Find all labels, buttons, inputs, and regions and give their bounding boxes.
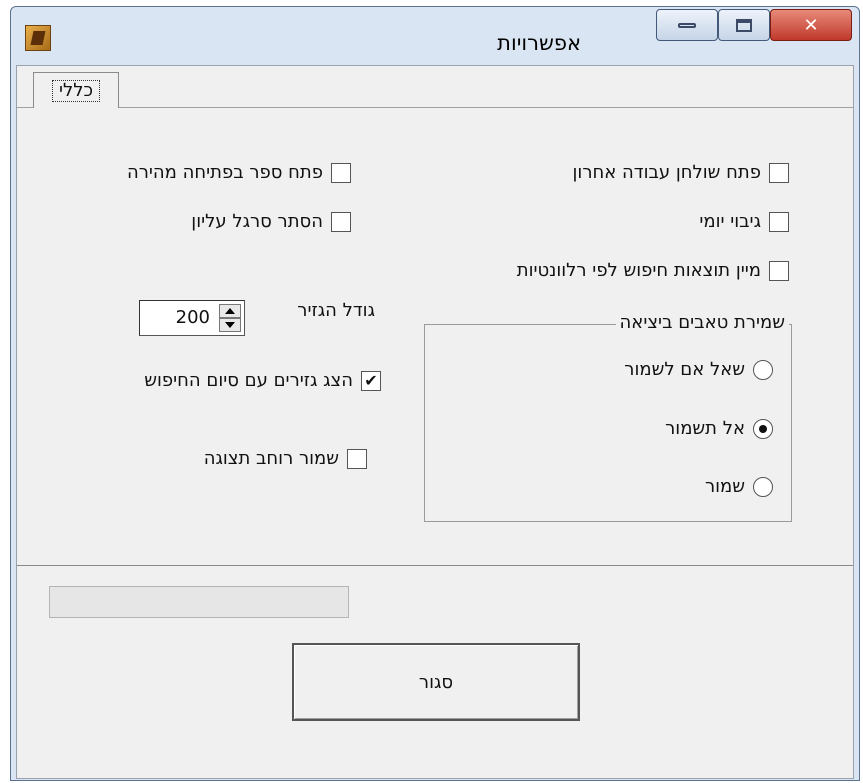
save-view-width-option[interactable]: שמור רוחב תצוגה — [204, 448, 367, 469]
window-title: אפשרויות — [497, 31, 581, 55]
close-window-button[interactable]: ✕ — [770, 9, 852, 41]
save-radio[interactable] — [753, 476, 773, 497]
maximize-button[interactable] — [718, 9, 770, 41]
save-view-width-label: שמור רוחב תצוגה — [203, 448, 339, 469]
ask-to-save-option[interactable]: שאל אם לשמור — [624, 359, 773, 380]
progress-bar — [49, 586, 349, 618]
spin-buttons — [219, 304, 241, 332]
tab-general-label: כללי — [51, 79, 100, 102]
save-label: שמור — [704, 476, 745, 497]
dont-save-option[interactable]: אל תשמור — [665, 418, 773, 439]
show-snippets-option[interactable]: ✔ הצג גזירים עם סיום החיפוש — [144, 370, 381, 391]
minimize-button[interactable] — [656, 9, 718, 41]
open-last-table-checkbox[interactable] — [769, 162, 789, 183]
tab-strip: כללי — [17, 66, 853, 108]
daily-backup-label: גיבוי יומי — [699, 211, 761, 232]
tab-general[interactable]: כללי — [33, 72, 119, 108]
hide-top-bar-label: הסתר סרגל עליון — [191, 211, 323, 232]
save-tabs-legend: שמירת טאבים ביציאה — [615, 312, 789, 333]
dialog-client: כללי פתח שולחן עבודה אחרון גיבוי יומי מי… — [16, 65, 854, 779]
open-book-quick-label: פתח ספר בפתיחה מהירה — [126, 162, 323, 183]
sort-by-relevance-option[interactable]: מיין תוצאות חיפוש לפי רלוונטיות — [517, 260, 789, 281]
spin-up-icon[interactable] — [219, 304, 241, 318]
show-snippets-label: הצג גזירים עם סיום החיפוש — [144, 370, 353, 391]
ask-to-save-label: שאל אם לשמור — [624, 359, 745, 380]
book-icon — [25, 25, 51, 51]
snippet-size-label: גודל הגזיר — [297, 300, 375, 321]
checkmark-icon: ✔ — [364, 370, 378, 390]
close-icon: ✕ — [803, 14, 819, 36]
snippet-size-value[interactable]: 200 — [176, 307, 210, 328]
maximize-icon — [736, 18, 752, 32]
dont-save-label: אל תשמור — [665, 418, 745, 439]
sort-by-relevance-checkbox[interactable] — [769, 260, 789, 281]
general-tab-panel: פתח שולחן עבודה אחרון גיבוי יומי מיין תו… — [17, 108, 853, 566]
open-last-table-label: פתח שולחן עבודה אחרון — [572, 162, 761, 183]
hide-top-bar-checkbox[interactable] — [331, 211, 351, 232]
daily-backup-checkbox[interactable] — [769, 211, 789, 232]
save-tabs-group: שמירת טאבים ביציאה שאל אם לשמור אל תשמור… — [424, 312, 792, 522]
ask-to-save-radio[interactable] — [753, 359, 773, 380]
save-option[interactable]: שמור — [705, 476, 773, 497]
show-snippets-checkbox[interactable]: ✔ — [361, 370, 381, 391]
minimize-icon — [678, 22, 696, 28]
open-last-table-option[interactable]: פתח שולחן עבודה אחרון — [573, 162, 789, 183]
sort-by-relevance-label: מיין תוצאות חיפוש לפי רלוונטיות — [516, 260, 761, 281]
snippet-size-stepper[interactable]: 200 — [139, 300, 245, 336]
open-book-quick-checkbox[interactable] — [331, 162, 351, 183]
options-window: אפשרויות ✕ כללי פתח שולחן עבודה אחרון גי… — [10, 6, 860, 781]
save-view-width-checkbox[interactable] — [347, 448, 367, 469]
hide-top-bar-option[interactable]: הסתר סרגל עליון — [191, 211, 351, 232]
title-bar[interactable]: אפשרויות ✕ — [11, 7, 859, 65]
dont-save-radio[interactable] — [753, 418, 773, 439]
daily-backup-option[interactable]: גיבוי יומי — [699, 211, 789, 232]
close-button[interactable]: סגור — [292, 643, 580, 721]
spin-down-icon[interactable] — [219, 318, 241, 332]
open-book-quick-option[interactable]: פתח ספר בפתיחה מהירה — [127, 162, 351, 183]
